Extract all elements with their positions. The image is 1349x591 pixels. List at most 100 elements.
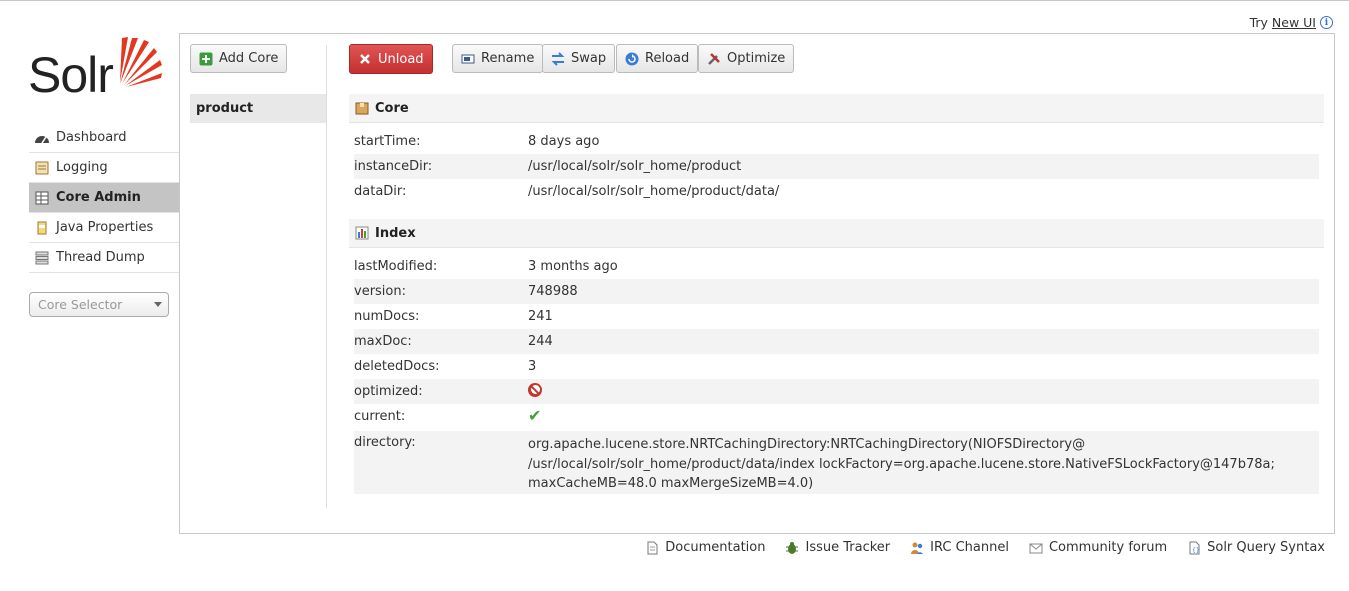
logging-icon [35, 161, 49, 174]
nav-label: Dashboard [56, 130, 127, 145]
unload-label: Unload [378, 51, 424, 67]
nav-label: Core Admin [56, 190, 141, 205]
core-list-divider [326, 45, 327, 508]
document-icon [647, 541, 658, 554]
swap-label: Swap [571, 51, 607, 66]
row-key: version: [354, 284, 406, 299]
footer-link-irc-channel[interactable]: IRC Channel [910, 540, 1009, 555]
row-value: 748988 [528, 284, 578, 299]
index-row-version: version: 748988 [354, 279, 1319, 304]
users-icon [911, 542, 924, 554]
row-key: dataDir: [354, 184, 407, 199]
core-admin-icon [35, 191, 49, 204]
footer-link-label: Documentation [665, 540, 766, 555]
try-new-ui: Try New UI i [1250, 15, 1333, 30]
row-key: directory: [354, 435, 416, 450]
index-row-optimized: optimized: [354, 379, 1319, 404]
row-value: 244 [528, 334, 553, 349]
index-row-current: current: ✔ [354, 404, 1319, 429]
nav-label: Thread Dump [56, 250, 145, 265]
row-key: current: [354, 409, 406, 424]
reload-button[interactable]: Reload [616, 44, 699, 73]
rename-button[interactable]: Rename [452, 44, 544, 73]
nav-item-core-admin[interactable]: Core Admin [29, 183, 179, 213]
solr-logo[interactable]: Solr [28, 32, 168, 103]
dashboard-icon [35, 135, 49, 143]
java-properties-icon [37, 221, 47, 234]
unload-button[interactable]: Unload [349, 44, 433, 74]
row-key: maxDoc: [354, 334, 412, 349]
nav-label: Java Properties [56, 220, 154, 235]
index-row-directory: directory: org.apache.lucene.store.NRTCa… [354, 431, 1319, 494]
index-row-lastmodified: lastModified: 3 months ago [354, 254, 1319, 279]
sidebar-nav: Dashboard Logging Core Admin Java Proper… [29, 123, 179, 273]
no-icon [528, 382, 542, 397]
sun-icon [120, 37, 162, 87]
query-syntax-icon: {} [1189, 541, 1200, 554]
footer-link-issue-tracker[interactable]: Issue Tracker [785, 540, 890, 555]
core-row-starttime: startTime: 8 days ago [354, 129, 1319, 154]
chevron-down-icon [154, 302, 162, 307]
core-section-title: Core [375, 100, 409, 116]
row-key: deletedDocs: [354, 359, 440, 374]
bug-icon [786, 541, 799, 554]
nav-item-logging[interactable]: Logging [29, 153, 179, 183]
directory-line: /usr/local/solr/solr_home/product/data/i… [528, 456, 1275, 472]
row-key: numDocs: [354, 309, 420, 324]
nav-item-dashboard[interactable]: Dashboard [29, 123, 179, 153]
footer-link-label: Solr Query Syntax [1207, 540, 1325, 555]
row-key: startTime: [354, 134, 421, 149]
core-list-item-product[interactable]: product [190, 94, 326, 123]
logo-text: Solr [28, 47, 114, 103]
try-new-prefix: Try [1249, 15, 1268, 30]
optimize-label: Optimize [727, 51, 786, 66]
bar-chart-icon [355, 226, 369, 240]
footer-link-label: Community forum [1048, 540, 1168, 555]
footer-link-solr-query-syntax[interactable]: {} Solr Query Syntax [1187, 540, 1325, 555]
row-value: org.apache.lucene.store.NRTCachingDirect… [528, 435, 1275, 494]
nav-label: Logging [56, 160, 108, 175]
row-value: 3 [528, 359, 537, 374]
footer-link-label: IRC Channel [930, 540, 1009, 555]
row-key: instanceDir: [354, 159, 433, 174]
index-row-numdocs: numDocs: 241 [354, 304, 1319, 329]
directory-line: maxCacheMB=48.0 maxMergeSizeMB=4.0) [528, 476, 814, 491]
index-section-header: Index [349, 219, 1324, 248]
nav-item-thread-dump[interactable]: Thread Dump [29, 243, 179, 273]
core-row-instancedir: instanceDir: /usr/local/solr/solr_home/p… [354, 154, 1319, 179]
top-border [0, 0, 1349, 3]
new-ui-link[interactable]: New UI [1272, 15, 1316, 30]
swap-icon [551, 51, 565, 66]
add-core-label: Add Core [219, 51, 279, 66]
optimize-button[interactable]: Optimize [698, 44, 795, 73]
core-row-datadir: dataDir: /usr/local/solr/solr_home/produ… [354, 179, 1319, 204]
core-selector[interactable]: Core Selector [29, 292, 169, 317]
directory-line: org.apache.lucene.store.NRTCachingDirect… [528, 437, 1086, 452]
swap-button[interactable]: Swap [542, 44, 616, 73]
footer-link-community-forum[interactable]: Community forum [1029, 540, 1167, 555]
close-icon [360, 54, 370, 64]
thread-dump-icon [35, 251, 49, 264]
reload-icon [625, 52, 639, 65]
footer-link-documentation[interactable]: Documentation [645, 540, 765, 555]
row-value: 8 days ago [528, 134, 600, 149]
rename-icon [461, 54, 475, 63]
package-icon [355, 102, 369, 115]
svg-text:{}: {} [1192, 547, 1200, 554]
info-icon[interactable]: i [1320, 16, 1333, 29]
add-core-button[interactable]: Add Core [190, 44, 288, 73]
check-icon: ✔ [528, 406, 542, 425]
row-value: /usr/local/solr/solr_home/product/data/ [528, 184, 780, 199]
index-row-maxdoc: maxDoc: 244 [354, 329, 1319, 354]
rename-label: Rename [481, 51, 535, 66]
footer-link-label: Issue Tracker [805, 540, 891, 555]
footer-links: Documentation Issue Tracker IRC Channel … [645, 540, 1325, 555]
row-value: /usr/local/solr/solr_home/product [528, 159, 742, 174]
add-icon [199, 52, 213, 65]
tools-icon [708, 52, 720, 65]
nav-item-java-properties[interactable]: Java Properties [29, 213, 179, 243]
core-selector-placeholder: Core Selector [38, 297, 123, 312]
core-section-header: Core [349, 94, 1324, 123]
reload-label: Reload [645, 51, 690, 66]
index-section-title: Index [375, 225, 416, 241]
